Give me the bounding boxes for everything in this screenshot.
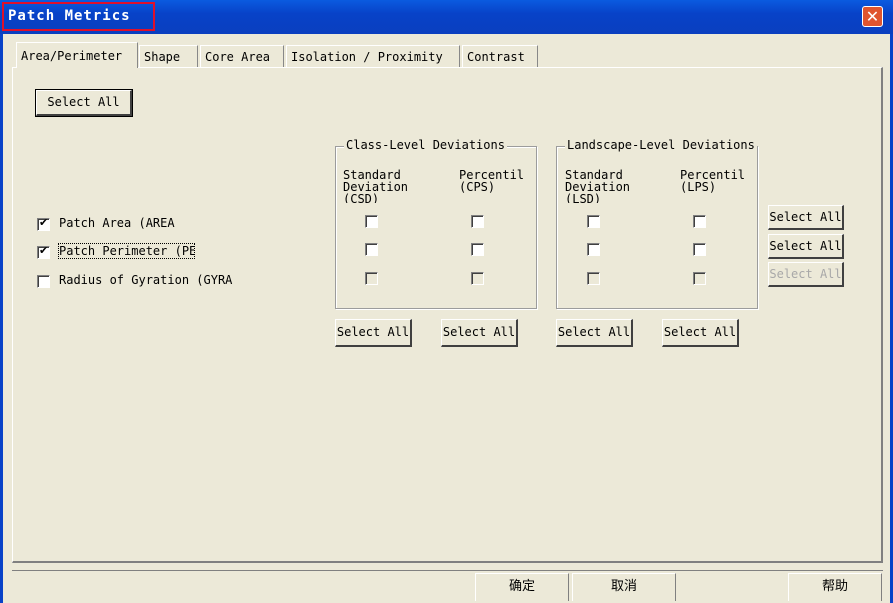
class-sd-header: Standard Deviation (CSD): [343, 169, 409, 203]
patch-perimeter-label: Patch Perimeter (PER): [58, 243, 195, 259]
tab-label: Core Area: [205, 50, 271, 64]
class-percentile-area-checkbox[interactable]: [471, 215, 484, 228]
row-select-all-perimeter-button[interactable]: Select All: [768, 234, 844, 259]
button-label: Select All: [557, 325, 631, 339]
button-label: Select All: [442, 325, 516, 339]
tab-core-area[interactable]: Core Area: [200, 45, 284, 67]
landscape-percentile-perimeter-checkbox[interactable]: [693, 243, 706, 256]
ok-button[interactable]: 确定: [475, 573, 569, 601]
footer-separator: [12, 570, 883, 571]
row-select-all-gyration-button: Select All: [768, 262, 844, 287]
landscape-percentile-select-all-button[interactable]: Select All: [662, 319, 739, 347]
button-label: Select All: [663, 325, 737, 339]
title-bar: Patch Metrics ✕: [0, 0, 893, 34]
class-sd-area-checkbox[interactable]: [365, 215, 378, 228]
window-frame-left: [0, 34, 3, 603]
row-select-all-area-button[interactable]: Select All: [768, 205, 844, 230]
radius-of-gyration-checkbox[interactable]: [37, 275, 50, 288]
radius-of-gyration-label: Radius of Gyration (GYRA: [59, 273, 233, 287]
class-sd-perimeter-checkbox[interactable]: [365, 243, 378, 256]
button-label: Select All: [47, 95, 120, 109]
landscape-percentile-area-checkbox[interactable]: [693, 215, 706, 228]
landscape-sd-area-checkbox[interactable]: [587, 215, 600, 228]
landscape-sd-gyration-checkbox: [587, 272, 600, 285]
class-sd-select-all-button[interactable]: Select All: [335, 319, 412, 347]
tab-area-perimeter[interactable]: Area/Perimeter: [16, 42, 138, 68]
patch-area-label: Patch Area (AREA: [59, 216, 175, 230]
tab-isolation-proximity[interactable]: Isolation / Proximity: [286, 45, 460, 67]
class-sd-gyration-checkbox: [365, 272, 378, 285]
tab-label: Isolation / Proximity: [291, 50, 443, 64]
class-percentile-header: Percentil (CPS): [459, 169, 525, 194]
window-title: Patch Metrics: [8, 8, 131, 24]
help-button[interactable]: 帮助: [788, 573, 882, 601]
landscape-sd-header: Standard Deviation (LSD): [565, 169, 631, 203]
button-label: Select All: [769, 239, 842, 253]
select-all-top-button[interactable]: Select All: [36, 90, 132, 116]
cancel-button[interactable]: 取消: [572, 573, 676, 601]
patch-area-checkbox[interactable]: [37, 216, 50, 231]
landscape-level-group-title: Landscape-Level Deviations: [565, 138, 757, 152]
tab-contrast[interactable]: Contrast: [462, 45, 538, 67]
button-label: 帮助: [821, 579, 848, 594]
button-label: Select All: [769, 210, 842, 224]
landscape-sd-perimeter-checkbox[interactable]: [587, 243, 600, 256]
patch-perimeter-checkbox[interactable]: [37, 244, 50, 259]
tab-shape[interactable]: Shape: [139, 45, 198, 67]
class-percentile-select-all-button[interactable]: Select All: [441, 319, 518, 347]
class-level-group-title: Class-Level Deviations: [344, 138, 507, 152]
button-label: 确定: [508, 579, 535, 594]
landscape-percentile-gyration-checkbox: [693, 272, 706, 285]
landscape-percentile-header: Percentil (LPS): [680, 169, 746, 194]
tab-label: Contrast: [467, 50, 525, 64]
landscape-sd-select-all-button[interactable]: Select All: [556, 319, 633, 347]
button-label: 取消: [610, 579, 637, 594]
close-button[interactable]: ✕: [862, 6, 883, 27]
button-label: Select All: [769, 267, 842, 281]
class-percentile-perimeter-checkbox[interactable]: [471, 243, 484, 256]
class-percentile-gyration-checkbox: [471, 272, 484, 285]
tab-label: Area/Perimeter: [21, 49, 123, 63]
tab-label: Shape: [144, 50, 181, 64]
button-label: Select All: [336, 325, 410, 339]
close-icon: ✕: [865, 7, 880, 26]
